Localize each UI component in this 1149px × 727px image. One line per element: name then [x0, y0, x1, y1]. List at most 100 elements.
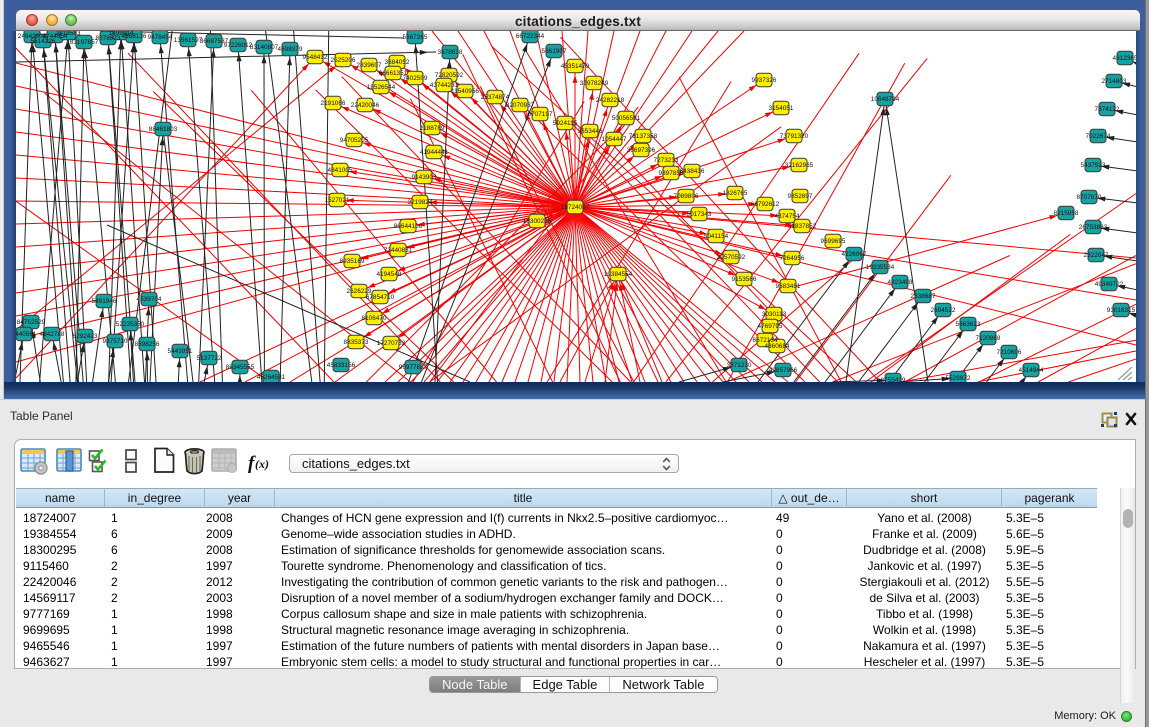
svg-text:5041154: 5041154 — [704, 233, 729, 240]
svg-text:9478454: 9478454 — [148, 34, 173, 41]
svg-text:85345555: 85345555 — [226, 364, 255, 371]
svg-text:45264581: 45264581 — [257, 374, 286, 381]
svg-text:51837852: 51837852 — [788, 223, 817, 230]
svg-text:7120868: 7120868 — [976, 335, 1001, 342]
svg-text:49349722: 49349722 — [1095, 281, 1124, 288]
svg-text:4823498: 4823498 — [888, 279, 913, 286]
svg-text:6440561: 6440561 — [16, 331, 37, 338]
svg-text:4374754: 4374754 — [775, 213, 800, 220]
svg-text:7089806: 7089806 — [674, 193, 699, 200]
svg-text:72820592: 72820592 — [435, 72, 464, 79]
svg-text:2525206: 2525206 — [331, 57, 356, 64]
svg-text:66722344: 66722344 — [516, 33, 545, 40]
svg-text:88461803: 88461803 — [149, 126, 178, 133]
svg-text:17270733: 17270733 — [377, 340, 406, 347]
svg-text:18300295: 18300295 — [523, 218, 552, 225]
svg-text:7402509: 7402509 — [403, 75, 428, 82]
svg-text:1054447: 1054447 — [602, 136, 627, 143]
svg-text:84752529: 84752529 — [17, 319, 46, 326]
svg-text:5667265: 5667265 — [403, 34, 428, 41]
svg-text:73440831: 73440831 — [384, 247, 413, 254]
svg-text:32162965: 32162965 — [785, 162, 814, 169]
svg-text:3154051: 3154051 — [769, 105, 794, 112]
svg-text:9937326: 9937326 — [752, 77, 777, 84]
svg-text:2714803: 2714803 — [1102, 78, 1127, 85]
svg-text:3684052: 3684052 — [385, 59, 410, 66]
svg-text:5924115: 5924115 — [553, 120, 578, 127]
svg-text:9852897: 9852897 — [788, 193, 813, 200]
svg-text:97226012: 97226012 — [224, 42, 253, 49]
svg-text:10648784: 10648784 — [871, 96, 900, 103]
svg-text:4769795: 4769795 — [758, 323, 783, 330]
svg-text:5661907: 5661907 — [542, 48, 567, 55]
svg-text:5528972: 5528972 — [946, 375, 971, 382]
svg-text:19384554: 19384554 — [604, 271, 633, 278]
svg-text:45351479: 45351479 — [561, 63, 590, 70]
svg-text:2839607: 2839607 — [357, 62, 382, 69]
svg-text:4860684: 4860684 — [765, 343, 790, 350]
svg-text:22420046: 22420046 — [351, 102, 380, 109]
svg-text:73791320: 73791320 — [780, 133, 809, 140]
svg-text:67854710: 67854710 — [366, 294, 395, 301]
svg-text:8935169: 8935169 — [340, 258, 365, 265]
svg-text:36697396: 36697396 — [627, 147, 656, 154]
svg-text:8106470: 8106470 — [362, 315, 387, 322]
svg-text:6438436: 6438436 — [680, 168, 705, 175]
svg-text:8698256: 8698256 — [135, 341, 160, 348]
svg-text:1326765: 1326765 — [723, 190, 748, 197]
svg-text:5491946: 5491946 — [92, 298, 117, 305]
svg-text:4842788: 4842788 — [40, 331, 65, 338]
svg-text:42857966: 42857966 — [769, 367, 798, 374]
svg-text:7374122: 7374122 — [1095, 106, 1120, 113]
svg-text:18724007: 18724007 — [561, 204, 590, 211]
svg-text:6707197: 6707197 — [528, 111, 553, 118]
svg-text:8215958: 8215958 — [1054, 210, 1079, 217]
svg-text:83140807: 83140807 — [250, 44, 279, 51]
svg-text:4841005: 4841005 — [328, 167, 353, 174]
svg-text:1527021: 1527021 — [325, 197, 350, 204]
svg-text:5017343: 5017343 — [687, 211, 712, 218]
svg-text:2719583: 2719583 — [56, 31, 81, 37]
svg-text:24282218: 24282218 — [596, 97, 625, 104]
svg-text:3678638: 3678638 — [438, 49, 463, 56]
svg-text:4514944: 4514944 — [1019, 367, 1044, 374]
svg-text:50056581: 50056581 — [612, 115, 641, 122]
svg-text:6292423: 6292423 — [73, 333, 98, 340]
svg-text:11540956: 11540956 — [451, 88, 479, 95]
svg-text:8835373: 8835373 — [344, 339, 369, 346]
svg-text:25374874: 25374874 — [481, 94, 510, 101]
svg-text:9683481: 9683481 — [776, 283, 801, 290]
svg-text:3653446: 3653446 — [578, 128, 603, 135]
svg-text:9699695: 9699695 — [821, 238, 846, 245]
svg-text:78137358: 78137358 — [629, 133, 658, 140]
svg-text:7022674: 7022674 — [1086, 133, 1111, 140]
svg-text:4539704: 4539704 — [137, 296, 162, 303]
svg-text:4668136: 4668136 — [122, 33, 147, 40]
svg-text:66792612: 66792612 — [751, 201, 780, 208]
svg-text:(x): (x) — [255, 457, 269, 471]
svg-text:7210606: 7210606 — [997, 349, 1022, 356]
svg-text:96977837: 96977837 — [399, 364, 428, 371]
svg-text:5443951: 5443951 — [168, 348, 193, 355]
svg-text:33978249: 33978249 — [580, 80, 609, 87]
svg-text:9143903: 9143903 — [412, 174, 437, 181]
svg-text:5437923: 5437923 — [1081, 162, 1106, 169]
svg-text:83197857: 83197857 — [70, 39, 99, 46]
svg-text:2338687: 2338687 — [911, 293, 936, 300]
svg-text:7273233: 7273233 — [654, 157, 679, 164]
svg-text:5137722: 5137722 — [197, 355, 222, 362]
svg-text:26753883: 26753883 — [1079, 224, 1108, 231]
svg-text:8707870: 8707870 — [1077, 194, 1102, 201]
svg-text:45833156: 45833156 — [327, 362, 356, 369]
svg-text:86644106: 86644106 — [394, 223, 423, 230]
svg-text:4194548: 4194548 — [377, 271, 402, 278]
svg-text:9375710: 9375710 — [103, 338, 128, 345]
svg-text:41944441: 41944441 — [420, 149, 449, 156]
svg-text:3030113: 3030113 — [762, 311, 787, 318]
svg-text:94705205: 94705205 — [340, 137, 369, 144]
svg-text:82070937: 82070937 — [506, 102, 535, 109]
svg-text:19335534: 19335534 — [866, 264, 895, 271]
svg-text:4612365: 4612365 — [1113, 55, 1136, 62]
svg-text:9153566: 9153566 — [732, 276, 757, 283]
svg-text:3871230: 3871230 — [727, 362, 752, 369]
